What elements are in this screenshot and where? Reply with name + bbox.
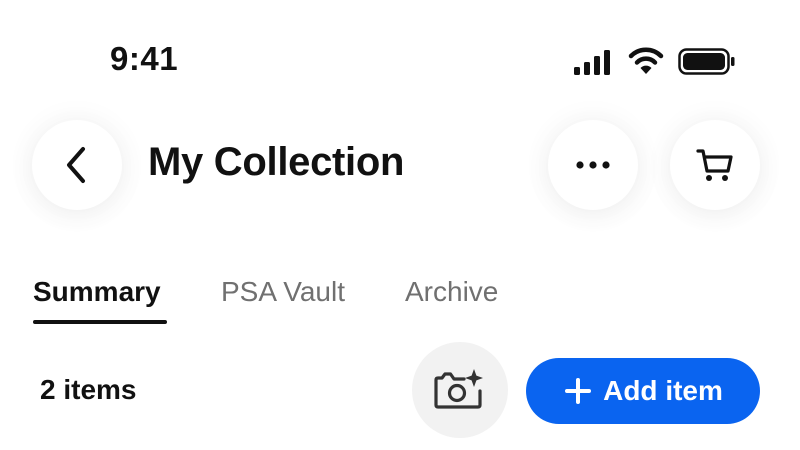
tab-psa-vault[interactable]: PSA Vault (221, 276, 345, 308)
camera-sparkle-icon (434, 369, 483, 409)
status-time: 9:41 (110, 40, 179, 77)
item-count: 2 items (40, 374, 137, 405)
back-button[interactable] (32, 120, 122, 210)
add-item-button[interactable]: Add item (526, 358, 760, 424)
tab-summary[interactable]: Summary (33, 276, 161, 308)
more-horizontal-icon (576, 161, 610, 169)
add-item-label: Add item (603, 375, 723, 406)
more-options-button[interactable] (548, 120, 638, 210)
status-bar: 9:41 (0, 0, 800, 110)
battery-icon (678, 48, 735, 75)
signal-icon (574, 50, 610, 75)
wifi-icon (628, 47, 664, 74)
tab-bar: Summary PSA Vault Archive (0, 268, 800, 328)
active-tab-indicator (33, 320, 167, 324)
camera-button[interactable] (412, 342, 508, 438)
page-title: My Collection (148, 140, 405, 184)
tab-archive[interactable]: Archive (405, 276, 498, 308)
cart-button[interactable] (670, 120, 760, 210)
plus-icon (563, 376, 593, 406)
cart-icon (696, 149, 733, 181)
chevron-left-icon (67, 147, 85, 183)
